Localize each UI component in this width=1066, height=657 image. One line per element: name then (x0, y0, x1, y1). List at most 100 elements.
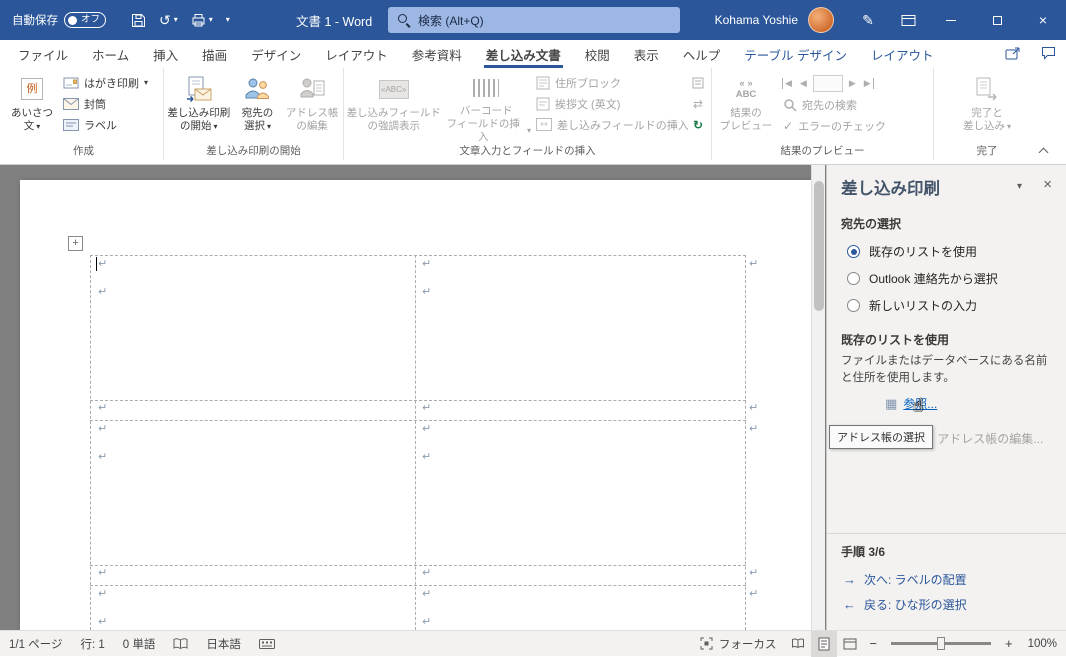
comment-icon (1042, 46, 1055, 60)
browse-link[interactable]: ▦ 参照... (885, 395, 937, 412)
share-icon (1005, 47, 1020, 59)
check-icon: ✓ (783, 118, 794, 133)
vertical-scrollbar[interactable] (811, 165, 825, 630)
zoom-in-button[interactable]: + (999, 636, 1019, 651)
update-labels-button[interactable]: ↻ (687, 114, 709, 135)
postcard-icon (63, 77, 79, 88)
wizard-back-link[interactable]: ← 戻る: ひな形の選択 (843, 596, 967, 613)
labels-button[interactable]: ラベル (58, 114, 153, 135)
select-recipients-heading: 宛先の選択 (841, 217, 902, 231)
maximize-button[interactable] (974, 0, 1020, 40)
table-border (90, 400, 746, 401)
tab-view[interactable]: 表示 (622, 40, 671, 68)
read-mode-button[interactable] (785, 631, 811, 657)
ime-status[interactable] (250, 631, 284, 657)
minimize-button[interactable] (928, 0, 974, 40)
tab-review[interactable]: 校閲 (573, 40, 622, 68)
table-border (90, 255, 746, 256)
rules-icon (692, 77, 704, 88)
tab-table-layout[interactable]: レイアウト (859, 40, 946, 68)
pane-divider (827, 533, 1066, 534)
autosave-toggle[interactable]: オフ (64, 12, 106, 28)
focus-mode-button[interactable]: フォーカス (691, 631, 786, 657)
search-box[interactable]: 検索 (Alt+Q) (388, 7, 680, 33)
table-icon: ▦ (885, 396, 898, 411)
language-indicator[interactable]: 日本語 (197, 631, 250, 657)
insert-merge-field-icon: «» (536, 118, 552, 131)
ribbon-group-create: 例 あいさつ 文 ▾ はがき印刷 ▾ 封筒 ラベル 作成 (4, 68, 164, 160)
highlight-merge-fields-icon: «ABC» (378, 79, 409, 99)
address-block-button: 住所ブロック (531, 72, 687, 93)
collapse-ribbon-button[interactable] (1034, 144, 1052, 158)
tab-home[interactable]: ホーム (80, 40, 141, 68)
zoom-slider[interactable] (890, 637, 991, 650)
tab-mailings[interactable]: 差し込み文書 (474, 40, 573, 68)
radio-use-existing-list[interactable]: 既存のリストを使用 (847, 243, 977, 260)
wizard-next-link[interactable]: → 次へ: ラベルの配置 (843, 571, 967, 588)
draw-ink-button[interactable]: ✎ (848, 0, 888, 40)
line-indicator[interactable]: 行: 1 (71, 631, 113, 657)
ribbon-group-write-insert-fields: «ABC» 差し込みフィールド の強調表示 バーコード フィールドの挿入 ▾ 住所… (344, 68, 712, 160)
start-mail-merge-button[interactable]: 差し込み印刷 の開始 ▾ (166, 70, 232, 144)
document-page[interactable]: + ↵ ↵ ↵ ↵ ↵ ↵ ↵ ↵ ↵ ↵ ↵ ↵ ↵ ↵ ↵ ↵ ↵ ↵ ↵ ↵ ↵ (20, 180, 812, 630)
save-button[interactable] (126, 5, 151, 35)
hagaki-print-button[interactable]: はがき印刷 ▾ (58, 72, 153, 93)
chevron-down-icon: ▾ (36, 121, 41, 131)
tab-file[interactable]: ファイル (6, 40, 80, 68)
chevron-down-icon: ▾ (1006, 121, 1011, 131)
paragraph-mark: ↵ (98, 402, 108, 414)
tab-draw[interactable]: 描画 (190, 40, 239, 68)
text-cursor (96, 257, 97, 271)
tab-design[interactable]: デザイン (239, 40, 313, 68)
word-count[interactable]: 0 単語 (114, 631, 165, 657)
document-title: 文書 1 - Word (296, 14, 373, 29)
share-button[interactable] (1005, 46, 1021, 63)
comments-button[interactable] (1041, 46, 1056, 63)
tab-layout[interactable]: レイアウト (313, 40, 400, 68)
web-layout-icon (843, 638, 857, 649)
task-pane-close-button[interactable]: × (1043, 177, 1052, 192)
autosave-label: 自動保存 (12, 15, 58, 27)
search-placeholder: 検索 (Alt+Q) (418, 13, 484, 28)
tab-help[interactable]: ヘルプ (671, 40, 733, 68)
page-indicator[interactable]: 1/1 ページ (0, 631, 71, 657)
proofing-status[interactable] (164, 631, 197, 657)
zoom-level[interactable]: 100% (1019, 631, 1066, 657)
ribbon-group-finish: 完了と 差し込み ▾ 完了 (934, 68, 1040, 160)
web-layout-button[interactable] (837, 631, 863, 657)
ribbon-group-preview-results: « » ABC 結果の プレビュー ◀ ◀ ▶ ▶ 宛先の検索 ✓ エラーのチェ… (712, 68, 934, 160)
customize-quick-access-button[interactable]: ▾ (221, 5, 235, 35)
radio-type-new-list[interactable]: 新しいリストの入力 (847, 297, 977, 314)
autosave-state: オフ (81, 14, 101, 26)
tab-insert[interactable]: 挿入 (141, 40, 190, 68)
match-fields-button: ⇄ (687, 93, 709, 114)
tab-table-design[interactable]: テーブル デザイン (732, 40, 859, 68)
print-layout-button[interactable] (811, 630, 838, 657)
quick-print-button[interactable]: ▾ (186, 5, 218, 35)
tab-references[interactable]: 参考資料 (400, 40, 474, 68)
table-move-handle[interactable]: + (68, 236, 83, 251)
rules-button (687, 72, 709, 93)
user-name[interactable]: Kohama Yoshie (715, 13, 798, 27)
zoom-out-button[interactable]: − (863, 636, 883, 651)
group-label-create: 作成 (73, 145, 94, 157)
chevron-up-icon (1038, 147, 1048, 158)
scrollbar-thumb[interactable] (814, 181, 824, 311)
avatar[interactable] (808, 7, 834, 33)
edit-address-list-link: ▦ アドレス帳の編集... (919, 430, 1043, 447)
last-record-button: ▶ (862, 77, 874, 89)
radio-outlook-contacts[interactable]: Outlook 連絡先から選択 (847, 270, 998, 287)
task-pane-menu-button[interactable]: ▾ (1017, 181, 1022, 192)
wizard-step-label: 手順 3/6 (841, 545, 886, 559)
ribbon-display-options-button[interactable] (888, 0, 928, 40)
undo-button[interactable]: ↺ ▾ (154, 5, 183, 35)
greeting-text-button[interactable]: 例 あいさつ 文 ▾ (6, 70, 58, 144)
minimize-icon (946, 19, 956, 21)
paragraph-mark: ↵ (98, 567, 108, 579)
chevron-down-icon: ▾ (266, 121, 271, 131)
zoom-slider-thumb[interactable] (936, 637, 945, 650)
envelope-button[interactable]: 封筒 (58, 93, 153, 114)
select-recipients-button[interactable]: 宛先の 選択 ▾ (232, 70, 284, 144)
paragraph-mark: ↵ (98, 258, 108, 270)
close-button[interactable]: × (1020, 0, 1066, 40)
